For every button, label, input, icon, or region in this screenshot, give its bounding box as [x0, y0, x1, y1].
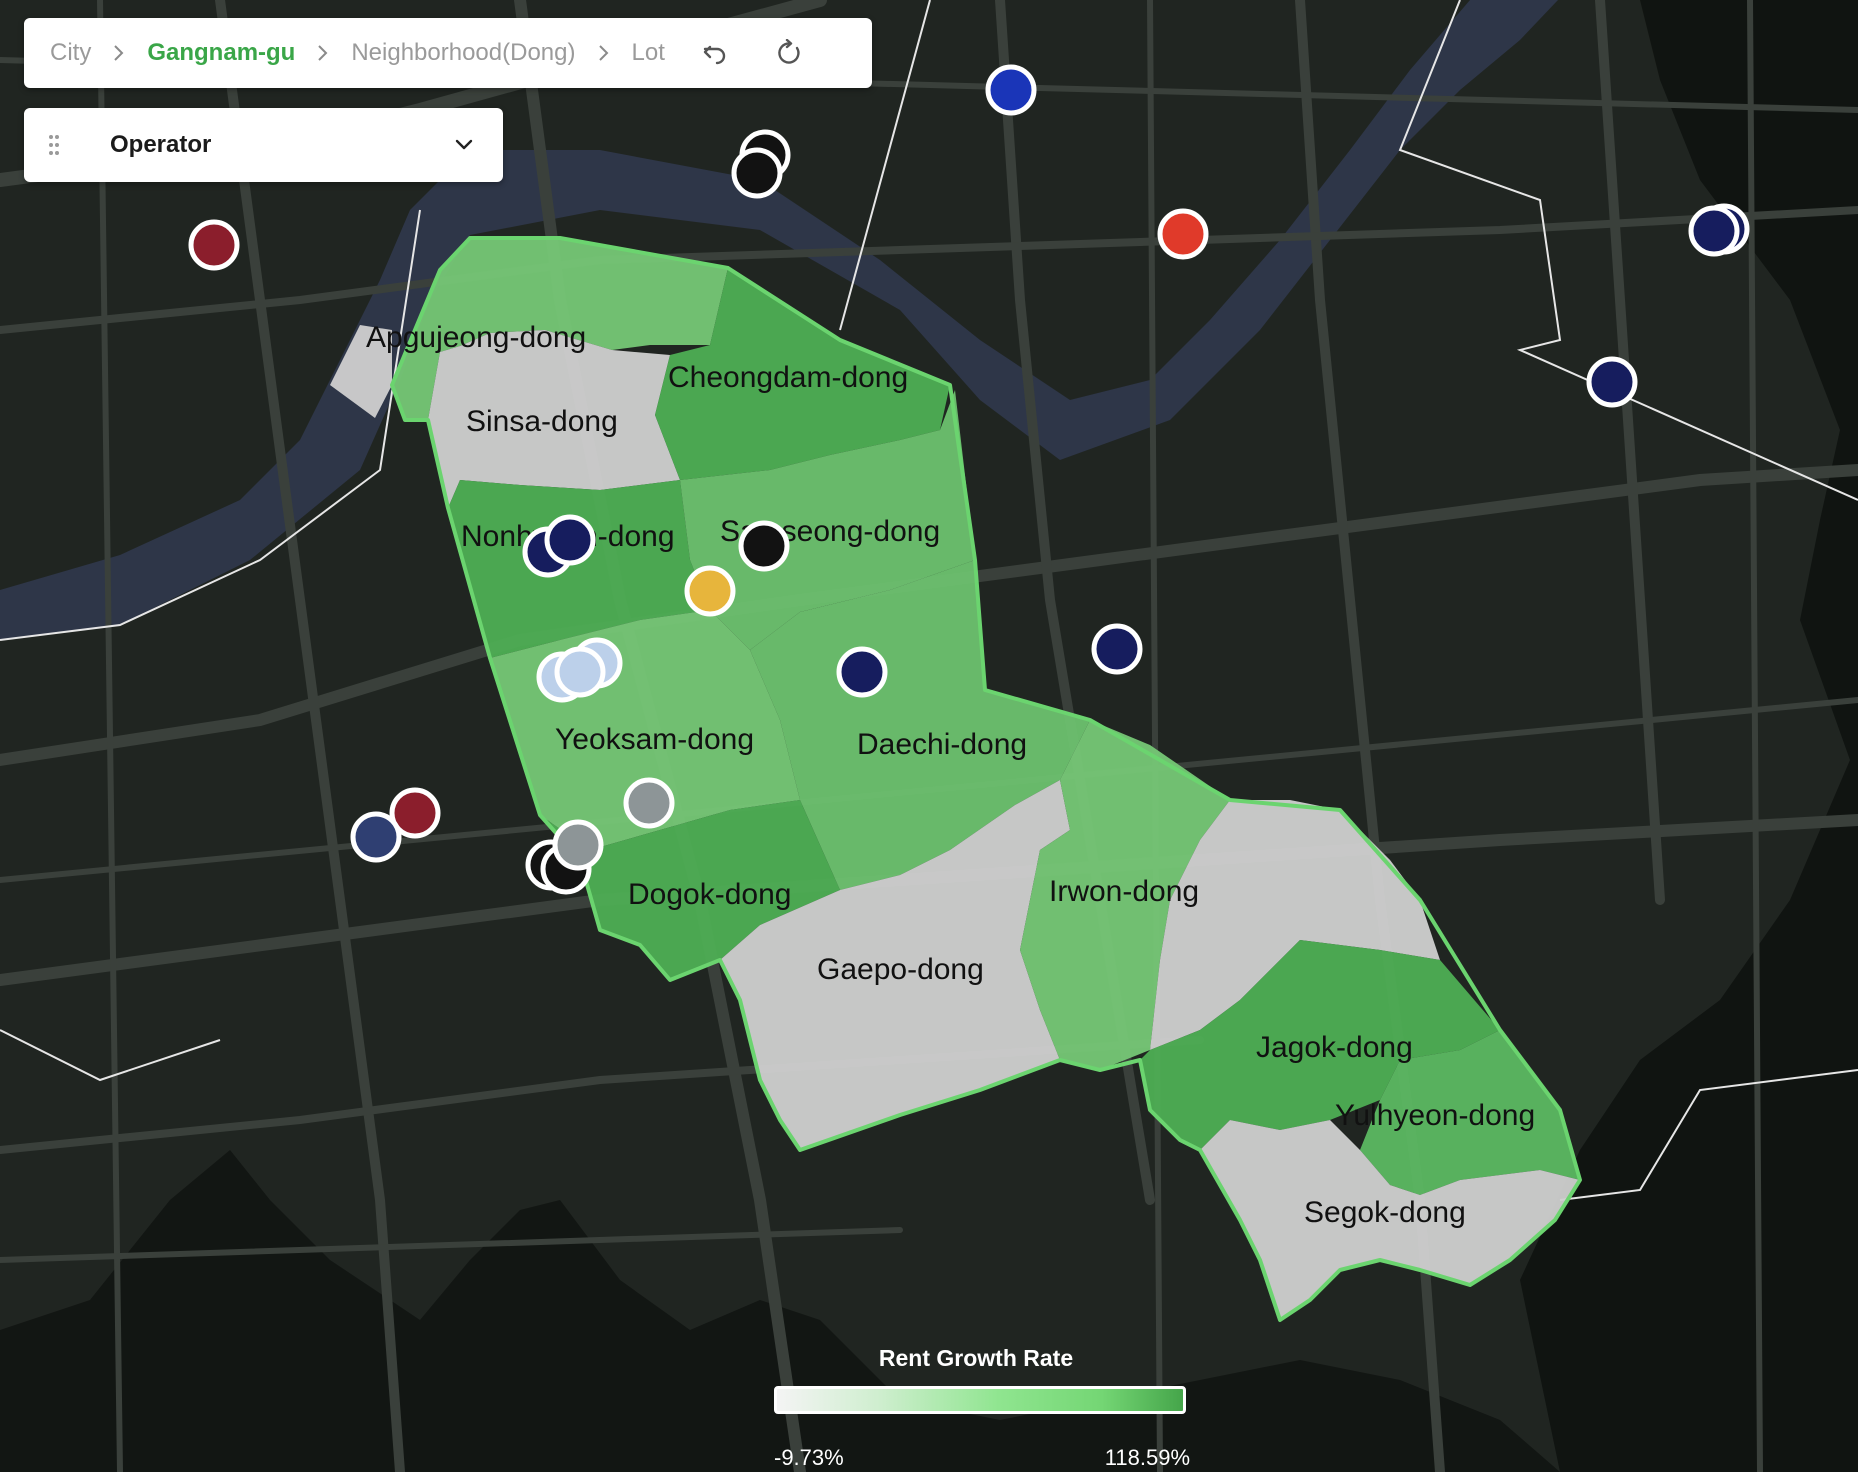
map-marker[interactable]: [552, 819, 604, 871]
chevron-right-icon: [317, 44, 329, 62]
drag-handle-icon[interactable]: [48, 134, 60, 156]
label-apgujeong: Apgujeong-dong: [366, 321, 586, 354]
reset-icon: [778, 39, 800, 64]
breadcrumb-neighborhood[interactable]: Neighborhood(Dong): [351, 39, 575, 67]
chevron-right-icon: [598, 44, 610, 62]
label-irwon: Irwon-dong: [1049, 875, 1199, 908]
label-gaepo: Gaepo-dong: [817, 953, 984, 986]
operator-dropdown[interactable]: Operator: [24, 108, 503, 182]
legend-gradient-bar: [774, 1386, 1186, 1414]
map-marker[interactable]: [188, 219, 240, 271]
operator-dropdown-label: Operator: [110, 131, 212, 158]
map-marker[interactable]: [554, 646, 606, 698]
legend-title: Rent Growth Rate: [878, 1345, 1074, 1371]
chevron-right-icon: [113, 44, 125, 62]
map-marker[interactable]: [544, 514, 596, 566]
legend-max-label: 118.59%: [1104, 1445, 1190, 1470]
map-marker[interactable]: [350, 811, 402, 863]
label-jagok: Jagok-dong: [1256, 1031, 1413, 1064]
map-marker[interactable]: [623, 777, 675, 829]
map-marker[interactable]: [836, 646, 888, 698]
label-dogok: Dogok-dong: [628, 878, 791, 911]
map-marker[interactable]: [684, 565, 736, 617]
label-yeoksam: Yeoksam-dong: [555, 723, 754, 756]
map-marker[interactable]: [1586, 356, 1638, 408]
breadcrumb-district[interactable]: Gangnam-gu: [147, 39, 295, 67]
label-daechi: Daechi-dong: [857, 728, 1027, 761]
map-legend: Rent Growth Rate -9.73% 118.59%: [770, 1345, 1190, 1470]
map-marker[interactable]: [1157, 208, 1209, 260]
map-marker[interactable]: [1688, 205, 1740, 257]
reset-button[interactable]: [767, 31, 811, 75]
breadcrumb-lot[interactable]: Lot: [632, 39, 665, 67]
label-segok: Segok-dong: [1304, 1196, 1466, 1229]
label-yulhyeon: Yulhyeon-dong: [1335, 1099, 1535, 1132]
map-view[interactable]: Apgujeong-dong Sinsa-dong Cheongdam-dong…: [0, 0, 1858, 1472]
label-cheongdam: Cheongdam-dong: [668, 361, 908, 394]
map-marker[interactable]: [985, 64, 1037, 116]
undo-icon: [703, 45, 726, 65]
breadcrumb: City Gangnam-gu Neighborhood(Dong) Lot: [24, 18, 872, 88]
map-marker[interactable]: [738, 520, 790, 572]
chevron-down-icon: [455, 139, 473, 150]
label-sinsa: Sinsa-dong: [466, 405, 618, 438]
undo-button[interactable]: [693, 31, 737, 75]
map-marker[interactable]: [1091, 623, 1143, 675]
map-marker[interactable]: [731, 147, 783, 199]
legend-min-label: -9.73%: [774, 1445, 844, 1470]
map-canvas[interactable]: Apgujeong-dong Sinsa-dong Cheongdam-dong…: [0, 0, 1858, 1472]
breadcrumb-city[interactable]: City: [50, 39, 91, 67]
